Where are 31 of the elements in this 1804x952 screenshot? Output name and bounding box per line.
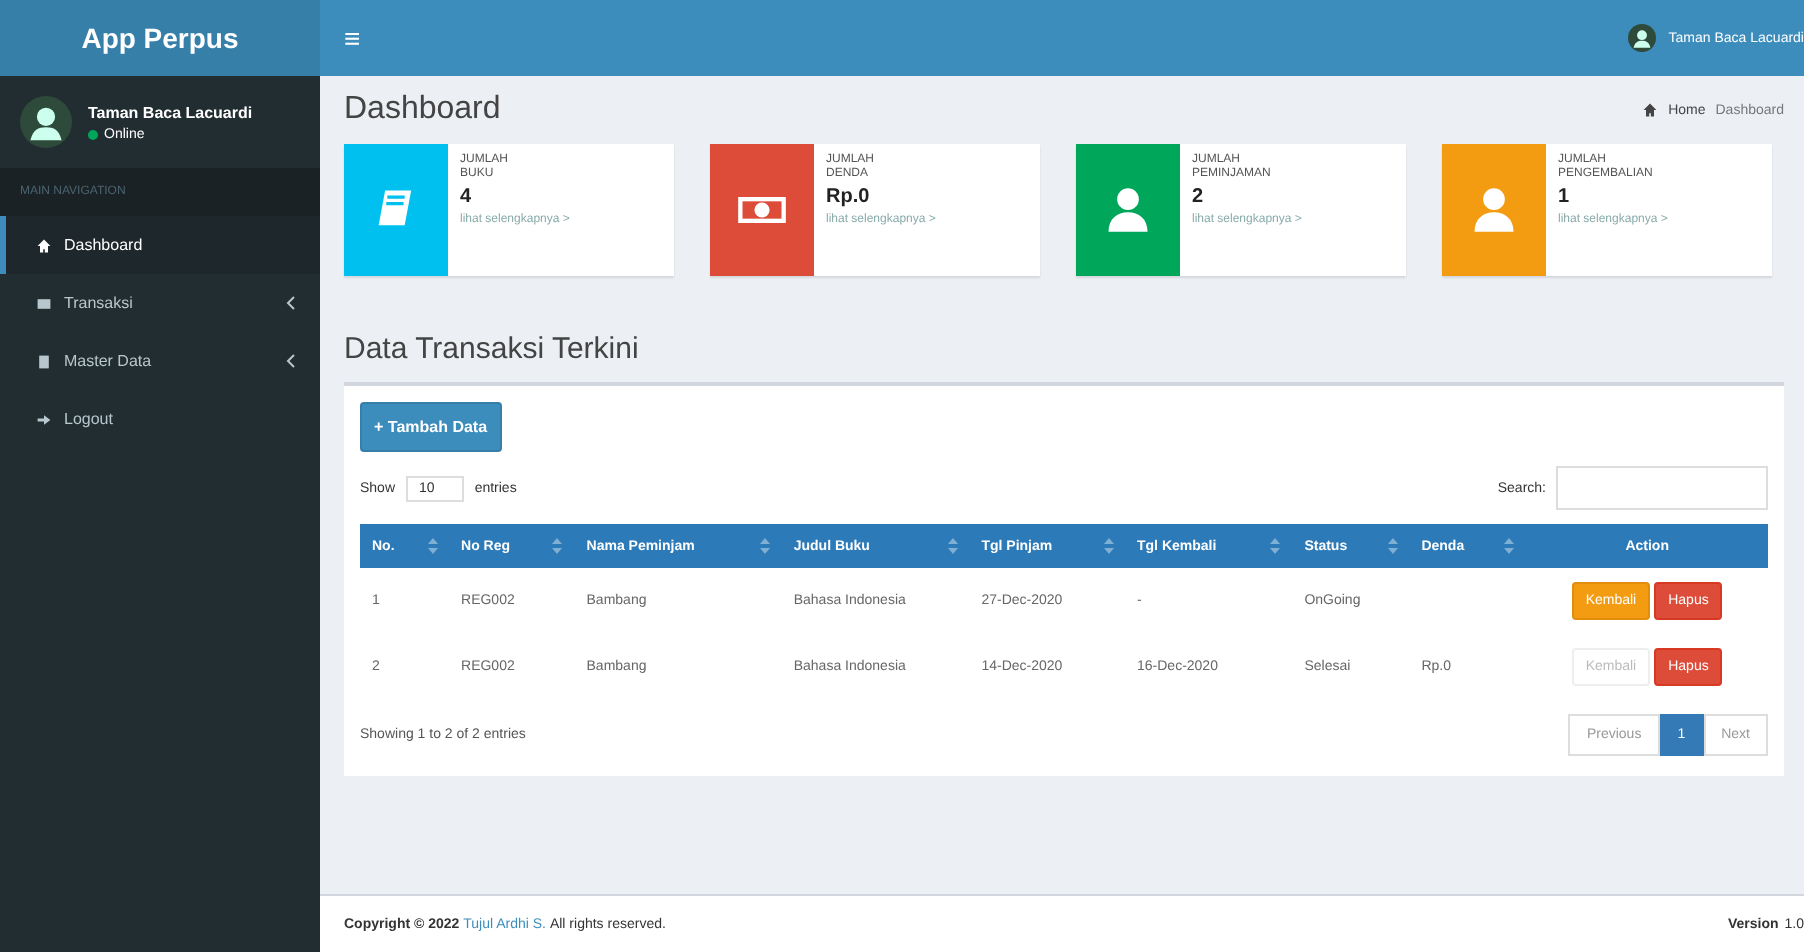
file-icon [36, 353, 52, 369]
app-brand[interactable]: App Perpus [0, 0, 320, 76]
sort-icon [759, 538, 770, 554]
home-icon [36, 237, 52, 253]
sort-icon [1270, 538, 1281, 554]
add-data-button[interactable]: + Tambah Data [360, 402, 502, 452]
sign-out-icon [36, 411, 52, 427]
sort-icon [1504, 538, 1515, 554]
sort-icon [947, 538, 958, 554]
home-icon [1642, 102, 1659, 118]
user-name: Taman Baca Lacuardi [88, 103, 253, 121]
menu-toggle-button[interactable]: ≡ [344, 22, 361, 54]
info-box-value: 4 [460, 186, 474, 208]
sidebar-item[interactable]: Master Data [0, 332, 320, 390]
user-avatar [1628, 24, 1657, 52]
sort-icon [552, 538, 563, 554]
online-dot [88, 129, 98, 139]
search-field[interactable] [1556, 466, 1768, 510]
info-box-value: Rp.0 [826, 186, 872, 208]
sort-icon [1103, 538, 1113, 554]
info-box-value: 2 [1192, 186, 1206, 208]
sort-icon [1387, 538, 1398, 554]
page-title: Dashboard [344, 92, 501, 128]
sidebar-item[interactable]: Dashboard [0, 216, 320, 274]
sort-icon [427, 538, 438, 554]
sidebar-item[interactable]: Logout [0, 390, 320, 448]
section-title: Data Transaksi Terkini [344, 332, 641, 366]
table-icon [36, 295, 52, 311]
sidebar-item[interactable]: Transaksi [0, 274, 320, 332]
info-box-value: 1 [1558, 186, 1572, 208]
user-avatar [20, 96, 72, 148]
